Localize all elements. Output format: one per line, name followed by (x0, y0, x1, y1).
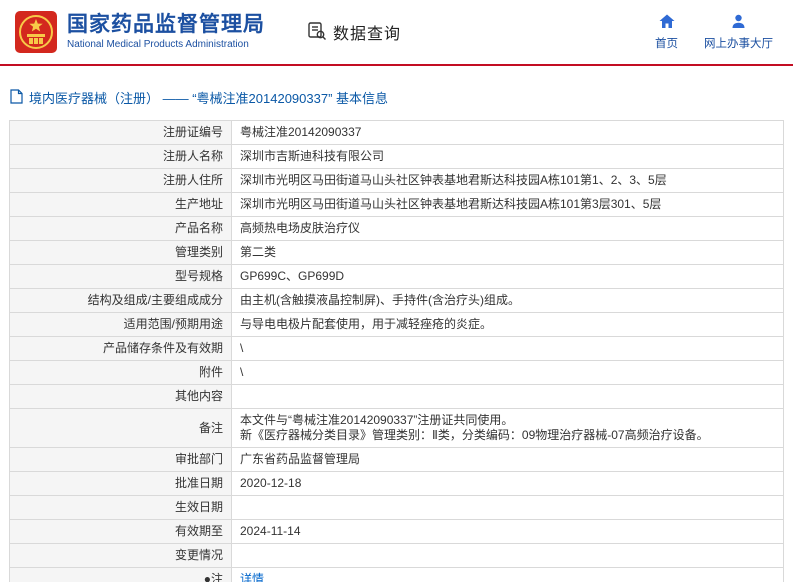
row-value (232, 496, 784, 520)
table-row: 结构及组成/主要组成成分由主机(含触摸液晶控制屏)、手持件(含治疗头)组成。 (10, 289, 784, 313)
table-row: 批准日期2020-12-18 (10, 472, 784, 496)
row-value: 2020-12-18 (232, 472, 784, 496)
table-row: 生效日期 (10, 496, 784, 520)
row-value: \ (232, 361, 784, 385)
row-label: 注册证编号 (10, 121, 232, 145)
row-value: 由主机(含触摸液晶控制屏)、手持件(含治疗头)组成。 (232, 289, 784, 313)
row-label: 有效期至 (10, 520, 232, 544)
row-label: 其他内容 (10, 385, 232, 409)
row-value (232, 385, 784, 409)
table-row: 产品储存条件及有效期\ (10, 337, 784, 361)
row-label: 产品名称 (10, 217, 232, 241)
table-row: 管理类别第二类 (10, 241, 784, 265)
row-label: 产品储存条件及有效期 (10, 337, 232, 361)
row-value: GP699C、GP699D (232, 265, 784, 289)
row-value: 深圳市光明区马田街道马山头社区钟表基地君斯达科技园A栋101第1、2、3、5层 (232, 169, 784, 193)
nav-service-hall[interactable]: 网上办事大厅 (704, 14, 773, 51)
table-row: 注册人名称深圳市吉斯迪科技有限公司 (10, 145, 784, 169)
row-value: 深圳市吉斯迪科技有限公司 (232, 145, 784, 169)
row-label: 批准日期 (10, 472, 232, 496)
nav-home-label: 首页 (655, 35, 678, 51)
row-value: 粤械注准20142090337 (232, 121, 784, 145)
row-value: 广东省药品监督管理局 (232, 448, 784, 472)
row-label: 注册人名称 (10, 145, 232, 169)
row-label: 变更情况 (10, 544, 232, 568)
data-query-label: 数据查询 (333, 20, 401, 44)
table-row: 生产地址深圳市光明区马田街道马山头社区钟表基地君斯达科技园A栋101第3层301… (10, 193, 784, 217)
row-value: 第二类 (232, 241, 784, 265)
info-table: 注册证编号粤械注准20142090337注册人名称深圳市吉斯迪科技有限公司注册人… (9, 120, 784, 582)
top-nav: 首页 网上办事大厅 (655, 14, 779, 51)
row-label: 结构及组成/主要组成成分 (10, 289, 232, 313)
org-names: 国家药品监督管理局 National Medical Products Admi… (67, 13, 265, 51)
table-row: ●注详情 (10, 568, 784, 582)
header: 国家药品监督管理局 National Medical Products Admi… (0, 0, 793, 66)
row-value: 2024-11-14 (232, 520, 784, 544)
nav-home[interactable]: 首页 (655, 14, 678, 51)
org-name-en: National Medical Products Administration (67, 39, 265, 51)
row-label: 生效日期 (10, 496, 232, 520)
nav-service-hall-label: 网上办事大厅 (704, 35, 773, 51)
row-label: 注册人住所 (10, 169, 232, 193)
person-icon (731, 14, 746, 32)
row-value: 深圳市光明区马田街道马山头社区钟表基地君斯达科技园A栋101第3层301、5层 (232, 193, 784, 217)
table-row: 产品名称高频热电场皮肤治疗仪 (10, 217, 784, 241)
table-row: 变更情况 (10, 544, 784, 568)
org-name-cn: 国家药品监督管理局 (67, 13, 265, 37)
national-emblem-logo (14, 10, 58, 54)
row-value: 详情 (232, 568, 784, 582)
logo-block: 国家药品监督管理局 National Medical Products Admi… (14, 10, 265, 54)
row-label: 审批部门 (10, 448, 232, 472)
table-row: 型号规格GP699C、GP699D (10, 265, 784, 289)
row-label: 生产地址 (10, 193, 232, 217)
home-icon (659, 14, 675, 32)
table-row: 备注本文件与“粤械注准20142090337”注册证共同使用。 新《医疗器械分类… (10, 409, 784, 448)
row-value (232, 544, 784, 568)
row-label: 备注 (10, 409, 232, 448)
row-label: 型号规格 (10, 265, 232, 289)
document-icon (10, 89, 23, 107)
row-label: 适用范围/预期用途 (10, 313, 232, 337)
table-row: 其他内容 (10, 385, 784, 409)
row-label: 管理类别 (10, 241, 232, 265)
breadcrumb: 境内医疗器械（注册） —— “粤械注准20142090337” 基本信息 (0, 66, 793, 120)
row-value: \ (232, 337, 784, 361)
table-row: 附件\ (10, 361, 784, 385)
info-table-body: 注册证编号粤械注准20142090337注册人名称深圳市吉斯迪科技有限公司注册人… (10, 121, 784, 582)
table-row: 注册人住所深圳市光明区马田街道马山头社区钟表基地君斯达科技园A栋101第1、2、… (10, 169, 784, 193)
page-title: 境内医疗器械（注册） —— “粤械注准20142090337” 基本信息 (29, 88, 388, 107)
table-row: 适用范围/预期用途与导电电极片配套使用，用于减轻痤疮的炎症。 (10, 313, 784, 337)
table-row: 审批部门广东省药品监督管理局 (10, 448, 784, 472)
row-value: 与导电电极片配套使用，用于减轻痤疮的炎症。 (232, 313, 784, 337)
row-value: 本文件与“粤械注准20142090337”注册证共同使用。 新《医疗器械分类目录… (232, 409, 784, 448)
detail-link[interactable]: 详情 (240, 572, 264, 582)
table-row: 注册证编号粤械注准20142090337 (10, 121, 784, 145)
row-label: ●注 (10, 568, 232, 582)
data-query-icon (307, 21, 327, 44)
row-label: 附件 (10, 361, 232, 385)
row-value: 高频热电场皮肤治疗仪 (232, 217, 784, 241)
table-row: 有效期至2024-11-14 (10, 520, 784, 544)
data-query-section: 数据查询 (307, 20, 401, 44)
